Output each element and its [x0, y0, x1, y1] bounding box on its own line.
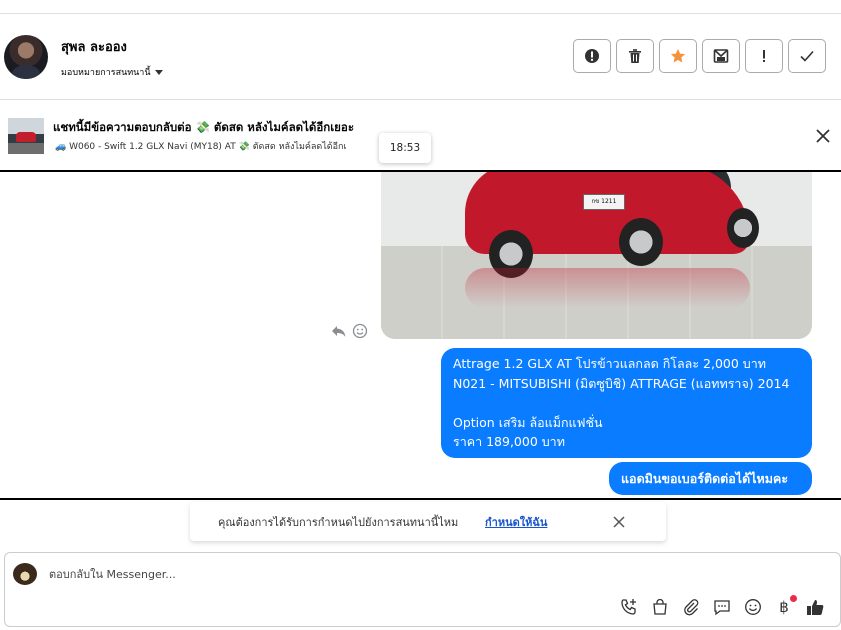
car-photo-attachment[interactable]: กข 1211	[381, 172, 812, 339]
archive-button[interactable]	[702, 39, 740, 73]
mark-done-button[interactable]	[788, 39, 826, 73]
avatar[interactable]	[4, 35, 48, 79]
reply-composer: ฿	[4, 552, 841, 627]
delete-button[interactable]	[616, 39, 654, 73]
baht-icon: ฿	[779, 598, 789, 616]
banner-title: แชทนี้มีข้อความตอบกลับต่อ 💸 ตัดสด หลังไม…	[53, 120, 354, 134]
assign-label: มอบหมายการสนทนานี้	[61, 68, 151, 78]
emoji-button[interactable]	[743, 597, 763, 617]
license-plate: กข 1211	[583, 194, 625, 210]
check-icon	[800, 50, 814, 62]
assign-to-me-link[interactable]: กำหนดให้ฉัน	[485, 513, 547, 531]
star-button[interactable]	[659, 39, 697, 73]
header-actions	[573, 39, 831, 73]
call-add-icon	[621, 599, 636, 615]
trash-icon	[629, 49, 641, 63]
mark-important-button[interactable]	[745, 39, 783, 73]
assign-prompt: คุณต้องการได้รับการกำหนดไปยังการสนทนานี้…	[190, 502, 666, 541]
composer-tools: ฿	[619, 595, 836, 617]
banner-subtitle-text: 🚙 W060 - Swift 1.2 GLX Navi (MY18) AT 💸 …	[55, 142, 347, 152]
close-icon[interactable]	[612, 515, 626, 529]
notification-dot	[790, 595, 797, 602]
time-tooltip: 18:53	[379, 133, 431, 163]
message-actions	[331, 323, 368, 339]
emoji-react-icon[interactable]	[352, 323, 368, 339]
shopping-bag-icon	[653, 598, 667, 615]
assign-dropdown[interactable]: มอบหมายการสนทนานี้	[61, 65, 163, 79]
caret-down-icon	[154, 70, 163, 75]
assign-prompt-text: คุณต้องการได้รับการกำหนดไปยังการสนทนานี้…	[218, 515, 459, 529]
message-bubble[interactable]: Attrage 1.2 GLX AT โปรข้าวแลกลด กิโลละ 2…	[441, 348, 812, 458]
paperclip-icon	[684, 599, 699, 616]
contact-name[interactable]: สุพล ละออง	[61, 36, 127, 57]
reply-icon[interactable]	[331, 323, 347, 339]
mail-archive-icon	[713, 49, 729, 63]
attach-button[interactable]	[681, 597, 701, 617]
star-icon	[670, 49, 686, 63]
message-bubble-partial[interactable]	[664, 499, 812, 500]
car-wheel	[727, 208, 759, 248]
saved-reply-icon	[714, 600, 730, 616]
message-bubble[interactable]: แอดมินขอเบอร์ติดต่อได้ไหมคะ	[609, 462, 812, 495]
call-add-button[interactable]	[619, 597, 639, 617]
page-avatar	[13, 563, 37, 585]
saved-reply-button[interactable]	[712, 597, 732, 617]
car-wheel	[619, 218, 663, 266]
thumbs-up-icon	[807, 600, 824, 615]
shop-button[interactable]	[650, 597, 670, 617]
spam-button[interactable]	[573, 39, 611, 73]
payment-button[interactable]: ฿	[774, 595, 797, 617]
exclamation-icon	[763, 50, 765, 62]
banner-thumbnail	[8, 118, 44, 154]
reply-input[interactable]	[49, 568, 649, 581]
conversation-header: สุพล ละออง มอบหมายการสนทนานี้	[0, 14, 841, 100]
car-reflection	[465, 268, 750, 308]
like-button[interactable]	[805, 597, 825, 617]
alert-circle-icon	[585, 49, 599, 63]
emoji-icon	[745, 599, 761, 615]
banner-subtitle: 🚙 W060 - Swift 1.2 GLX Navi (MY18) AT 💸 …	[55, 139, 404, 153]
chat-thread[interactable]: กข 1211 Attrage 1.2 GLX AT โปรข้าวแลกลด …	[0, 172, 841, 500]
close-icon[interactable]	[814, 127, 832, 145]
